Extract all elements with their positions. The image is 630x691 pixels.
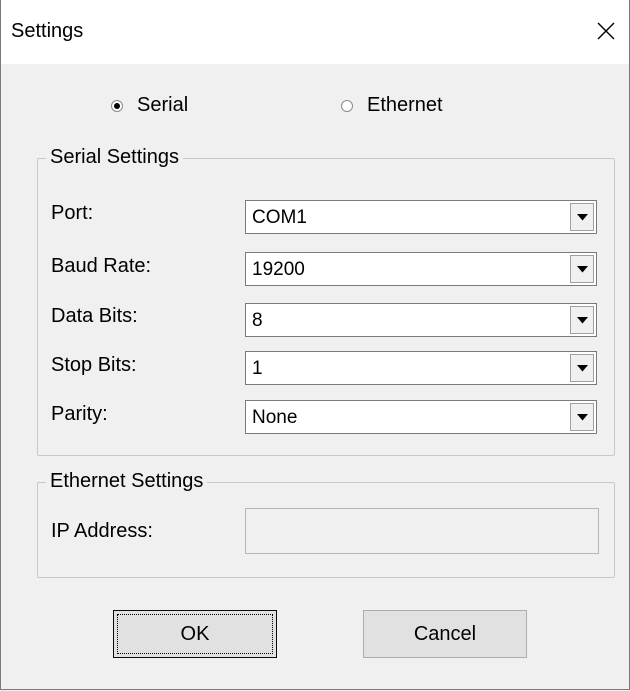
chevron-down-icon [576,364,588,371]
ok-button[interactable]: OK [113,610,277,658]
parity-select[interactable]: None [245,400,597,434]
window-title: Settings [11,20,84,42]
ethernet-radio-label: Ethernet [367,94,443,116]
settings-dialog: Settings Serial Ethernet Serial Settings… [0,0,630,690]
parity-dropdown-button[interactable] [570,403,594,431]
ip-address-input[interactable] [245,508,599,554]
stop-bits-select[interactable]: 1 [245,351,597,385]
stop-bits-dropdown-button[interactable] [570,354,594,382]
ethernet-settings-legend: Ethernet Settings [46,470,208,493]
stop-bits-label: Stop Bits: [51,354,137,376]
focus-ring [117,614,273,654]
title-bar: Settings [1,0,629,64]
baud-rate-label: Baud Rate: [51,255,152,277]
stop-bits-value: 1 [252,358,263,379]
serial-radio-label: Serial [137,94,189,116]
cancel-button[interactable]: Cancel [363,610,527,658]
baud-rate-select[interactable]: 19200 [245,252,597,286]
serial-radio-indicator[interactable] [111,99,123,112]
ethernet-radio[interactable]: Ethernet [341,94,443,117]
parity-value: None [252,407,298,428]
close-button[interactable] [583,8,629,54]
data-bits-select[interactable]: 8 [245,303,597,337]
baud-rate-value: 19200 [252,259,305,280]
ip-address-label: IP Address: [51,520,153,542]
serial-settings-legend: Serial Settings [46,146,183,169]
chevron-down-icon [576,413,588,420]
ethernet-radio-indicator[interactable] [341,99,353,112]
chevron-down-icon [576,213,588,220]
close-icon [597,22,615,40]
port-select[interactable]: COM1 [245,200,597,234]
chevron-down-icon [576,265,588,272]
port-label: Port: [51,202,94,224]
baud-rate-dropdown-button[interactable] [570,255,594,283]
parity-label: Parity: [51,403,108,425]
data-bits-label: Data Bits: [51,305,138,327]
serial-radio[interactable]: Serial [111,94,188,117]
data-bits-value: 8 [252,310,263,331]
chevron-down-icon [576,316,588,323]
cancel-button-label: Cancel [413,622,477,645]
data-bits-dropdown-button[interactable] [570,306,594,334]
port-value: COM1 [252,207,307,228]
port-dropdown-button[interactable] [570,203,594,231]
